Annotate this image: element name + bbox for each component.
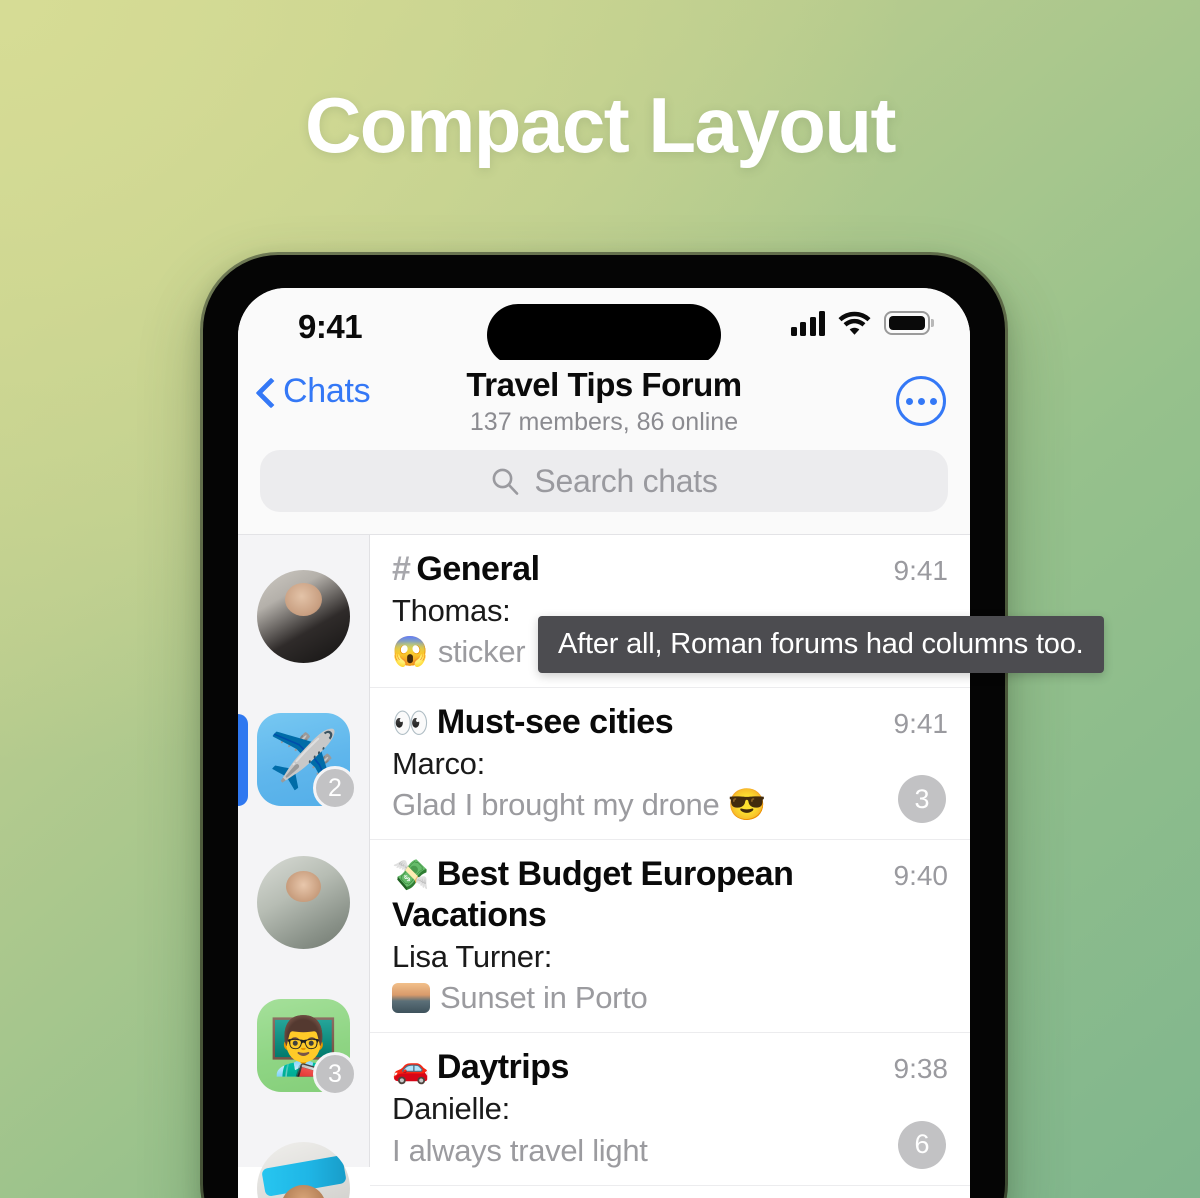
row-header: # General 9:41 xyxy=(392,549,948,589)
search-placeholder: Search chats xyxy=(534,462,718,499)
avatar-wrapper xyxy=(257,856,350,949)
wifi-icon xyxy=(838,310,871,336)
avatar-wrapper xyxy=(257,1142,350,1198)
row-header: 💸 Best Budget European Vacations 9:40 xyxy=(392,854,948,934)
dynamic-island xyxy=(487,304,721,366)
chat-row-title-text: Must-see cities xyxy=(436,702,674,741)
chat-row-time: 9:41 xyxy=(893,707,949,739)
back-button-label: Chats xyxy=(283,372,371,410)
chat-row-message-text: I always travel light xyxy=(392,1132,648,1168)
chat-row-time: 9:38 xyxy=(893,1053,949,1085)
avatar-man-hoodie xyxy=(257,856,350,949)
rail-item-3[interactable]: 👨‍🏫 3 xyxy=(238,974,369,1117)
page-title: Compact Layout xyxy=(304,81,897,169)
rail-item-4[interactable] xyxy=(238,1117,369,1198)
rail-item-1[interactable]: ✈️ 2 xyxy=(238,688,369,831)
chat-row-message: Sunset in Porto xyxy=(392,978,948,1018)
eyes-emoji-icon: 👀 xyxy=(392,706,429,740)
avatar-wrapper: 👨‍🏫 3 xyxy=(257,999,357,1096)
chat-row-best-budget-european-vacations[interactable]: 💸 Best Budget European Vacations 9:40 Lis… xyxy=(370,840,970,1034)
money-wings-emoji-icon: 💸 xyxy=(392,859,429,893)
chat-row-time: 9:40 xyxy=(893,860,949,892)
more-options-icon[interactable] xyxy=(896,376,946,426)
phone-screen: 9:41 Chats Travel Tips Forum 137 members… xyxy=(238,288,970,1198)
selection-indicator xyxy=(238,713,248,806)
search-container: Search chats xyxy=(238,442,970,534)
unread-badge: 2 xyxy=(313,766,357,810)
chat-row-title-text: Daytrips xyxy=(436,1048,570,1087)
unread-badge: 3 xyxy=(313,1052,357,1096)
avatar-rail: ✈️ 2 👨‍🏫 xyxy=(238,535,370,1198)
poster-scene: Compact Layout 9:41 Chats Travel Tips Fo… xyxy=(0,0,1200,1198)
back-button[interactable]: Chats xyxy=(256,372,371,411)
chat-row-title: 🚗 Daytrips xyxy=(392,1047,884,1087)
status-time: 9:41 xyxy=(298,308,363,345)
chat-row-sender: Danielle: xyxy=(392,1091,510,1127)
chat-row-sender: Marco: xyxy=(392,745,485,781)
status-bar: 9:41 xyxy=(238,288,970,366)
chevron-left-icon xyxy=(256,378,272,406)
navigation-bar: Chats Travel Tips Forum 137 members, 86 … xyxy=(238,360,970,442)
car-emoji-icon: 🚗 xyxy=(392,1052,429,1086)
scream-emoji-icon: 😱 xyxy=(392,635,428,668)
search-input[interactable]: Search chats xyxy=(260,450,948,512)
status-icons xyxy=(790,310,930,336)
avatar-person-blue-hat xyxy=(257,1142,350,1198)
chat-row-must-see-cities[interactable]: 👀 Must-see cities 9:41 Marco: Glad I brou… xyxy=(370,688,970,841)
chat-row-message-text: sticker xyxy=(437,634,526,670)
chat-row-message: I always travel light xyxy=(392,1131,948,1171)
chat-row-title-text: Best Budget European Vacations xyxy=(392,855,794,934)
avatar-wrapper: ✈️ 2 xyxy=(257,713,357,810)
chat-row-message-text: Sunset in Porto xyxy=(440,979,648,1015)
chat-row-title-text: General xyxy=(416,550,540,588)
chat-row-title: 💸 Best Budget European Vacations xyxy=(392,854,884,934)
battery-full-icon xyxy=(884,311,930,335)
rail-item-2[interactable] xyxy=(238,831,369,974)
rail-item-0[interactable] xyxy=(238,545,369,688)
cellular-signal-icon xyxy=(790,310,825,336)
avatar-woman-dark-top xyxy=(257,570,350,663)
hash-icon: # xyxy=(392,550,411,588)
phone-mockup: 9:41 Chats Travel Tips Forum 137 members… xyxy=(200,252,1008,1198)
chat-row-title: 👀 Must-see cities xyxy=(392,702,884,742)
chat-row-sender: Lisa Turner: xyxy=(392,938,553,974)
row-header: 👀 Must-see cities 9:41 xyxy=(392,702,948,742)
tooltip: After all, Roman forums had columns too. xyxy=(538,616,1104,673)
row-header: 🚗 Daytrips 9:38 xyxy=(392,1047,948,1087)
chat-row-daytrips[interactable]: 🚗 Daytrips 9:38 Danielle: I always travel… xyxy=(370,1033,970,1186)
chat-row-title: # General xyxy=(392,549,884,589)
avatar-wrapper xyxy=(257,570,350,663)
chat-row-time: 9:41 xyxy=(893,555,949,586)
photo-thumbnail xyxy=(392,983,430,1014)
chat-row-message: Glad I brought my drone 😎 xyxy=(392,785,948,825)
unread-badge: 6 xyxy=(898,1120,946,1169)
search-icon xyxy=(490,466,520,496)
chat-row-message-text: Glad I brought my drone 😎 xyxy=(392,787,767,823)
